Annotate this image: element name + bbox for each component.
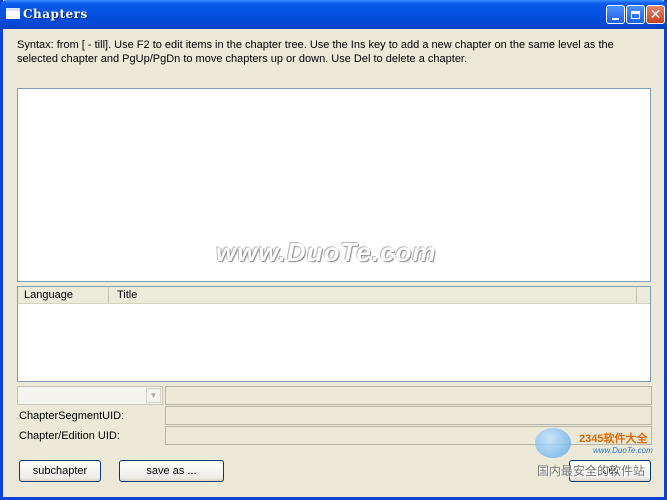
segment-uid-label: ChapterSegmentUID: bbox=[19, 410, 125, 422]
title-bar[interactable]: Chapters ✕ bbox=[0, 0, 667, 29]
language-select[interactable]: ▼ bbox=[17, 386, 163, 405]
subchapter-button[interactable]: subchapter bbox=[19, 460, 101, 482]
syntax-help-text: Syntax: from [ - till]. Use F2 to edit i… bbox=[17, 39, 614, 65]
close-icon: ✕ bbox=[649, 6, 662, 23]
list-header: Language Title bbox=[18, 287, 650, 304]
close-button[interactable]: ✕ bbox=[646, 5, 665, 24]
column-header-language[interactable]: Language bbox=[18, 287, 109, 303]
watermark-brand: 2345软件大全 bbox=[579, 433, 648, 445]
watermark-url: www.DuoTe.com bbox=[593, 446, 653, 455]
maximize-icon bbox=[631, 10, 640, 19]
chapters-window: Chapters ✕ Syntax: from [ - till]. Use F… bbox=[0, 0, 667, 500]
window-app-icon bbox=[6, 8, 20, 19]
language-title-list[interactable]: Language Title bbox=[17, 286, 651, 382]
chapter-title-field[interactable] bbox=[165, 386, 652, 405]
watermark-slogan: 国内最安全的软件站 bbox=[537, 464, 646, 478]
chapter-tree[interactable]: www.DuoTe.com bbox=[17, 88, 651, 282]
window-title: Chapters bbox=[23, 7, 88, 21]
maximize-button[interactable] bbox=[626, 5, 645, 24]
column-header-title[interactable]: Title bbox=[109, 287, 637, 303]
chevron-down-icon[interactable]: ▼ bbox=[146, 388, 161, 403]
watermark: www.DuoTe.com bbox=[216, 237, 437, 267]
edition-uid-label: Chapter/Edition UID: bbox=[19, 430, 120, 442]
minimize-icon bbox=[612, 17, 619, 20]
minimize-button[interactable] bbox=[606, 5, 625, 24]
mascot-icon bbox=[535, 428, 571, 458]
site-watermark-logo: 2345软件大全 www.DuoTe.com 国内最安全的软件站 bbox=[531, 418, 665, 480]
save-as-button[interactable]: save as ... bbox=[119, 460, 224, 482]
